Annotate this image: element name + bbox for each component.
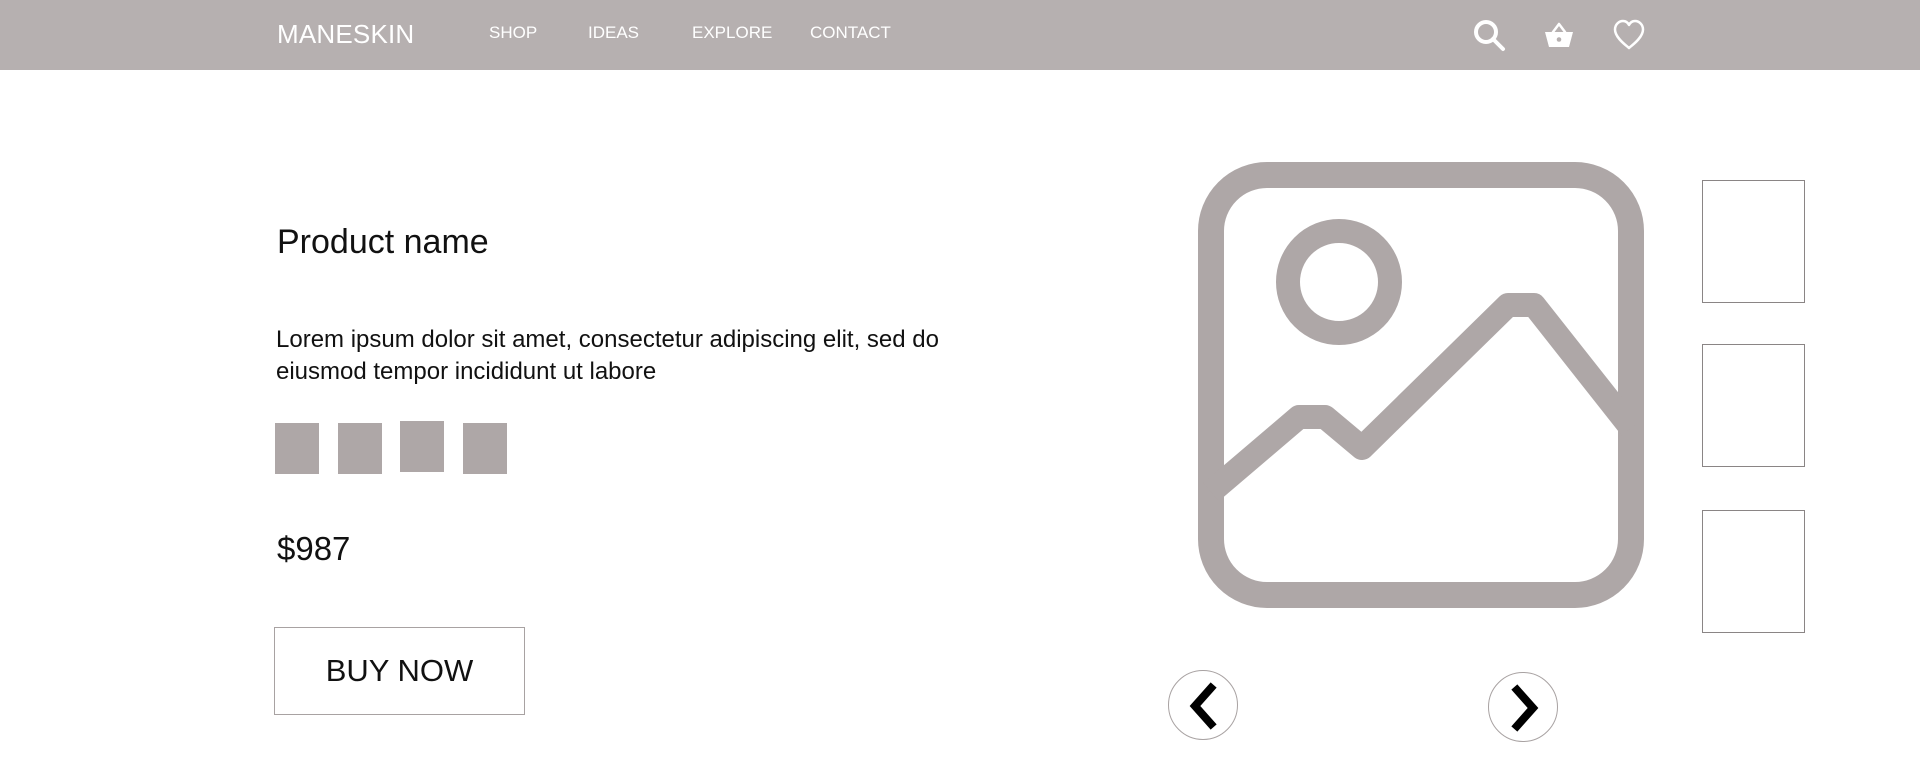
color-swatch[interactable]	[400, 421, 444, 472]
basket-icon[interactable]	[1542, 18, 1576, 52]
next-image-button[interactable]	[1488, 672, 1558, 742]
color-swatch[interactable]	[338, 423, 382, 474]
previous-image-button[interactable]	[1168, 670, 1238, 740]
gallery-thumbnail[interactable]	[1702, 344, 1805, 467]
buy-now-button[interactable]: BUY NOW	[274, 627, 525, 715]
brand-logo[interactable]: MANESKIN	[277, 19, 414, 50]
color-swatch[interactable]	[275, 423, 319, 474]
product-description: Lorem ipsum dolor sit amet, consectetur …	[276, 326, 939, 385]
chevron-left-icon	[1189, 682, 1217, 730]
image-placeholder-icon	[1198, 162, 1644, 608]
gallery-thumbnail[interactable]	[1702, 510, 1805, 633]
nav-link-ideas[interactable]: IDEAS	[588, 23, 639, 43]
color-swatch[interactable]	[463, 423, 507, 474]
product-price: $987	[277, 530, 351, 567]
heart-icon[interactable]	[1612, 18, 1646, 52]
chevron-right-icon	[1511, 684, 1539, 732]
nav-link-shop[interactable]: SHOP	[489, 23, 537, 43]
product-title: Product name	[277, 223, 489, 261]
nav-link-explore[interactable]: EXPLORE	[692, 23, 772, 43]
gallery-thumbnail[interactable]	[1702, 180, 1805, 303]
search-icon[interactable]	[1472, 18, 1506, 52]
top-navigation-bar: MANESKIN SHOP IDEAS EXPLORE CONTACT	[0, 0, 1920, 70]
nav-link-contact[interactable]: CONTACT	[810, 23, 891, 43]
